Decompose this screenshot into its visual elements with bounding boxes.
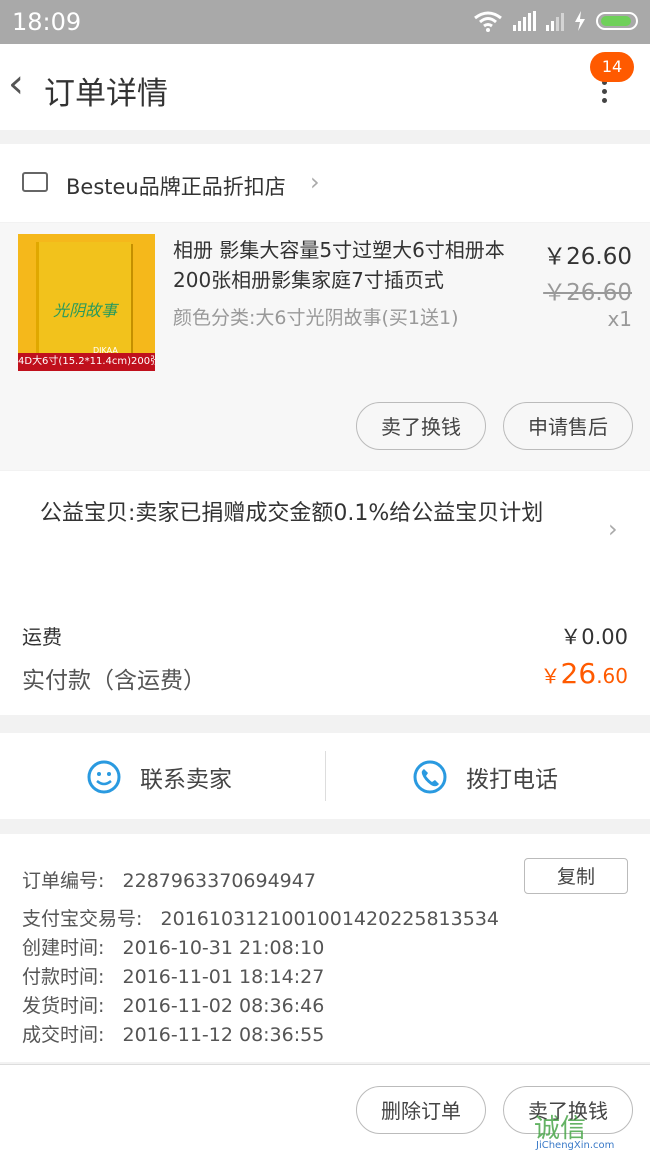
contact-seller-button[interactable]: 联系卖家 (86, 759, 232, 795)
wifi-icon (474, 11, 502, 32)
product-variant: 颜色分类:大6寸光阴故事(买1送1) (173, 307, 459, 329)
store-icon (22, 172, 48, 192)
paid-label: 实付款（含运费） (22, 668, 206, 694)
paid-time: 付款时间: 2016-11-01 18:14:27 (22, 966, 325, 988)
call-button[interactable]: 拨打电话 (412, 759, 558, 795)
chevron-right-icon: › (608, 515, 618, 543)
battery-icon (596, 12, 638, 30)
shop-row[interactable]: Besteu品牌正品折扣店 › (0, 144, 650, 222)
product-thumbnail[interactable]: 光阴故事 DIKAA 4D大6寸(15.2*11.4cm)200张 (18, 234, 155, 371)
album-image: 光阴故事 DIKAA (36, 242, 131, 362)
after-sale-button[interactable]: 申请售后 (503, 402, 633, 450)
status-bar: 18:09 (0, 0, 650, 44)
chat-smile-icon (87, 760, 121, 794)
product-price: ￥26.60 (543, 244, 632, 270)
notification-badge: 14 (590, 52, 634, 82)
page-title: 订单详情 (44, 76, 168, 112)
status-time: 18:09 (12, 8, 82, 36)
product-original-price: ￥26.60 (543, 280, 632, 306)
call-label: 拨打电话 (466, 767, 558, 793)
phone-icon (413, 760, 447, 794)
back-icon[interactable]: ‹ (8, 64, 24, 104)
alipay-trade-number: 支付宝交易号: 2016103121001001420225813534 (22, 908, 499, 930)
product-title: 相册 影集大容量5寸过塑大6寸相册本200张相册影集家庭7寸插页式 (173, 238, 505, 292)
product-quantity: x1 (607, 307, 632, 331)
signal-2-icon (546, 11, 564, 31)
shipping-value: ￥0.00 (560, 625, 628, 649)
copy-button[interactable]: 复制 (524, 858, 628, 894)
chevron-right-icon: › (310, 168, 320, 196)
status-icons (473, 10, 638, 32)
product-card[interactable]: 光阴故事 DIKAA 4D大6寸(15.2*11.4cm)200张 相册 影集大… (0, 223, 650, 470)
header: ‹ 订单详情 (0, 44, 650, 130)
thumb-caption: 4D大6寸(15.2*11.4cm)200张 (18, 353, 155, 371)
completed-time: 成交时间: 2016-11-12 08:36:55 (22, 1024, 325, 1046)
watermark: 诚信 JiChengXin.com (534, 1114, 615, 1151)
charging-icon (575, 11, 585, 31)
charity-notice[interactable]: 公益宝贝:卖家已捐赠成交金额0.1%给公益宝贝计划 (40, 497, 580, 530)
order-number: 订单编号: 2287963370694947 (22, 870, 316, 892)
shop-name: Besteu品牌正品折扣店 (66, 175, 286, 199)
created-time: 创建时间: 2016-10-31 21:08:10 (22, 937, 325, 959)
sell-button[interactable]: 卖了换钱 (356, 402, 486, 450)
contact-seller-label: 联系卖家 (140, 767, 232, 793)
contact-bar: 联系卖家 拨打电话 (0, 733, 650, 819)
signal-icon (513, 11, 536, 31)
shipping-label: 运费 (22, 625, 62, 649)
divider (325, 751, 326, 801)
paid-amount: ￥26.60 (540, 657, 628, 690)
order-info: 订单编号: 2287963370694947 复制 支付宝交易号: 201610… (0, 834, 650, 1062)
charity-fee-section: 公益宝贝:卖家已捐赠成交金额0.1%给公益宝贝计划 › 运费 ￥0.00 实付款… (0, 471, 650, 715)
more-icon[interactable] (602, 80, 607, 107)
delete-order-button[interactable]: 删除订单 (356, 1086, 486, 1134)
shipped-time: 发货时间: 2016-11-02 08:36:46 (22, 995, 325, 1017)
